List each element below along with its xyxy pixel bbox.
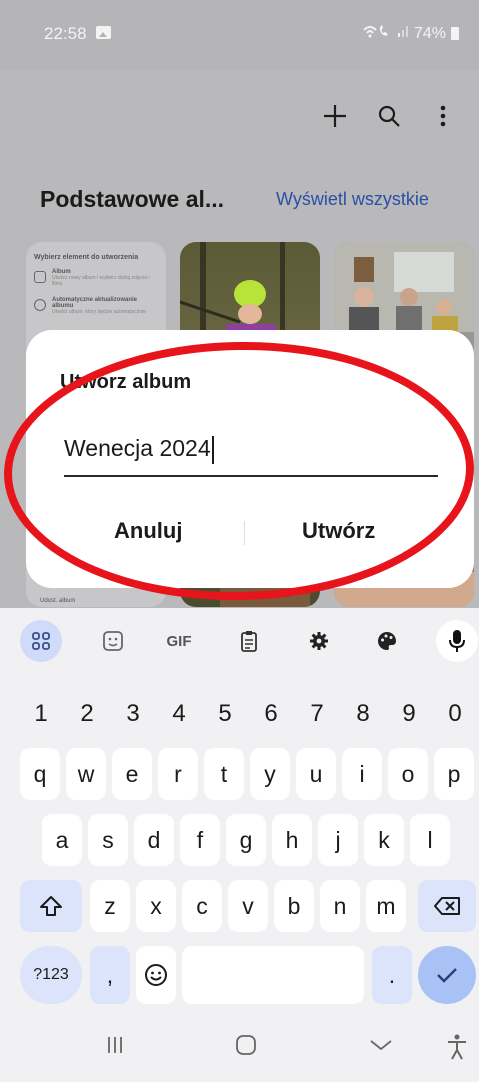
more-options-icon[interactable] [427,100,459,132]
key-x[interactable]: x [136,880,176,932]
key-l[interactable]: l [410,814,450,866]
palette-icon[interactable] [366,620,408,662]
status-right: 74% [362,24,459,43]
key-n[interactable]: n [320,880,360,932]
keyboard: GIF 1 2 3 4 5 6 7 8 9 0 q w e r t y u i … [0,608,479,1082]
clipboard-icon[interactable] [228,620,270,662]
mic-icon[interactable] [436,620,478,662]
card-item-title: Automatyczne aktualizowanie albumu [52,297,138,309]
space-key[interactable] [182,946,364,1004]
key-1[interactable]: 1 [26,694,56,734]
key-t[interactable]: t [204,748,244,800]
signal-icon [397,24,409,43]
emoji-icon [145,964,167,986]
keyboard-toolbar: GIF [0,608,479,674]
key-o[interactable]: o [388,748,428,800]
card-heading: Wybierz element do utworzenia [34,254,139,261]
gif-button[interactable]: GIF [158,620,200,662]
add-icon[interactable] [319,100,351,132]
key-k[interactable]: k [364,814,404,866]
status-time: 22:58 [44,24,87,43]
key-2[interactable]: 2 [72,694,102,734]
gallery-notification-icon [96,26,111,39]
checkmark-icon [437,968,457,983]
key-p[interactable]: p [434,748,474,800]
recents-icon[interactable] [104,1034,126,1062]
key-7[interactable]: 7 [302,694,332,734]
shift-icon [40,896,62,916]
key-s[interactable]: s [88,814,128,866]
key-b[interactable]: b [274,880,314,932]
key-j[interactable]: j [318,814,358,866]
auto-update-icon [34,299,46,311]
status-bar: 22:58 74% [0,0,479,70]
period-key[interactable]: . [372,946,412,1004]
accessibility-icon[interactable] [446,1034,468,1066]
key-y[interactable]: y [250,748,290,800]
key-v[interactable]: v [228,880,268,932]
back-chevron-icon[interactable] [368,1034,394,1062]
key-e[interactable]: e [112,748,152,800]
album-icon [34,271,46,283]
key-3[interactable]: 3 [118,694,148,734]
key-w[interactable]: w [66,748,106,800]
key-0[interactable]: 0 [440,694,470,734]
key-c[interactable]: c [182,880,222,932]
settings-icon[interactable] [298,620,340,662]
system-nav-bar [0,1020,479,1082]
backspace-key[interactable] [418,880,476,932]
home-icon[interactable] [234,1034,258,1062]
card-item-subtitle: Utwórz nowy album i wybierz dodaj zdjęci… [52,275,150,287]
card-item-auto-album: Automatyczne aktualizowanie albumu Utwór… [34,297,158,315]
key-6[interactable]: 6 [256,694,286,734]
enter-key[interactable] [418,946,476,1004]
key-d[interactable]: d [134,814,174,866]
battery-icon [451,27,459,40]
battery-percent: 74% [413,24,446,42]
key-5[interactable]: 5 [210,694,240,734]
sticker-icon[interactable] [92,620,134,662]
key-4[interactable]: 4 [164,694,194,734]
key-a[interactable]: a [42,814,82,866]
key-r[interactable]: r [158,748,198,800]
search-icon[interactable] [373,100,405,132]
shift-key[interactable] [20,880,82,932]
key-f[interactable]: f [180,814,220,866]
key-h[interactable]: h [272,814,312,866]
backspace-icon [434,897,460,915]
key-g[interactable]: g [226,814,266,866]
key-8[interactable]: 8 [348,694,378,734]
emoji-grid-icon[interactable] [20,620,62,662]
comma-key[interactable]: , [90,946,130,1004]
key-u[interactable]: u [296,748,336,800]
key-m[interactable]: m [366,880,406,932]
view-all-link[interactable]: Wyświetl wszystkie [276,189,429,210]
card-item-subtitle: Utwórz album, który będzie automatycznie [52,309,146,315]
section-title: Podstawowe al... [40,186,225,212]
key-9[interactable]: 9 [394,694,424,734]
symbols-key[interactable]: ?123 [20,946,82,1004]
card-item-shared-album: Udost. album [40,598,76,604]
screen: 22:58 74% Podstawowe al... Wyświetl wszy… [0,0,479,1082]
app-toolbar [319,100,459,132]
key-i[interactable]: i [342,748,382,800]
key-z[interactable]: z [90,880,130,932]
card-item-album: Album Utwórz nowy album i wybierz dodaj … [34,269,158,287]
emoji-key[interactable] [136,946,176,1004]
wifi-call-icon [362,24,392,43]
key-q[interactable]: q [20,748,60,800]
